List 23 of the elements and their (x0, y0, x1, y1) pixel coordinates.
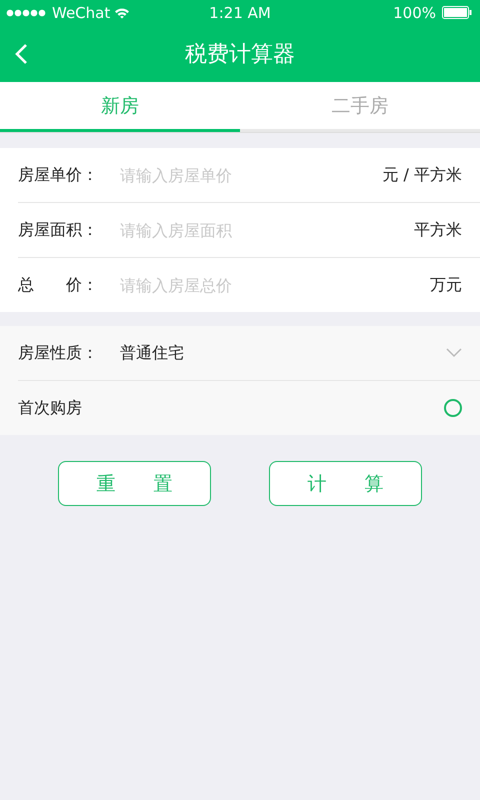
wifi-icon (114, 6, 130, 18)
unit-label: 万元 (430, 274, 462, 296)
battery-icon (442, 6, 472, 19)
clock-time: 1:21 AM (209, 4, 271, 22)
carrier-name: WeChat (52, 4, 110, 22)
field-label: 房屋单价： (18, 164, 99, 186)
back-icon (14, 43, 28, 65)
action-button[interactable]: 重 置 (58, 461, 211, 506)
chevron-down-icon (446, 348, 462, 358)
option-label: 首次购房 (18, 398, 82, 418)
field-label: 总 价： (18, 274, 99, 296)
unit-label: 平方米 (414, 220, 462, 240)
battery-percent: 100% (393, 4, 436, 22)
field-label: 房屋面积： (18, 220, 99, 240)
action-button[interactable]: 计 算 (269, 461, 422, 506)
tab[interactable]: 新房 (0, 82, 240, 132)
unit-label: 元 / 平方米 (382, 164, 462, 186)
screen-title: 税费计算器 (185, 40, 295, 68)
field-label: 房屋性质： (18, 342, 99, 364)
radio-button[interactable] (444, 399, 462, 417)
tab[interactable]: 二手房 (240, 82, 480, 132)
signal-icon (6, 6, 48, 18)
select-field[interactable]: 房屋性质： 普通住宅 (18, 333, 462, 373)
